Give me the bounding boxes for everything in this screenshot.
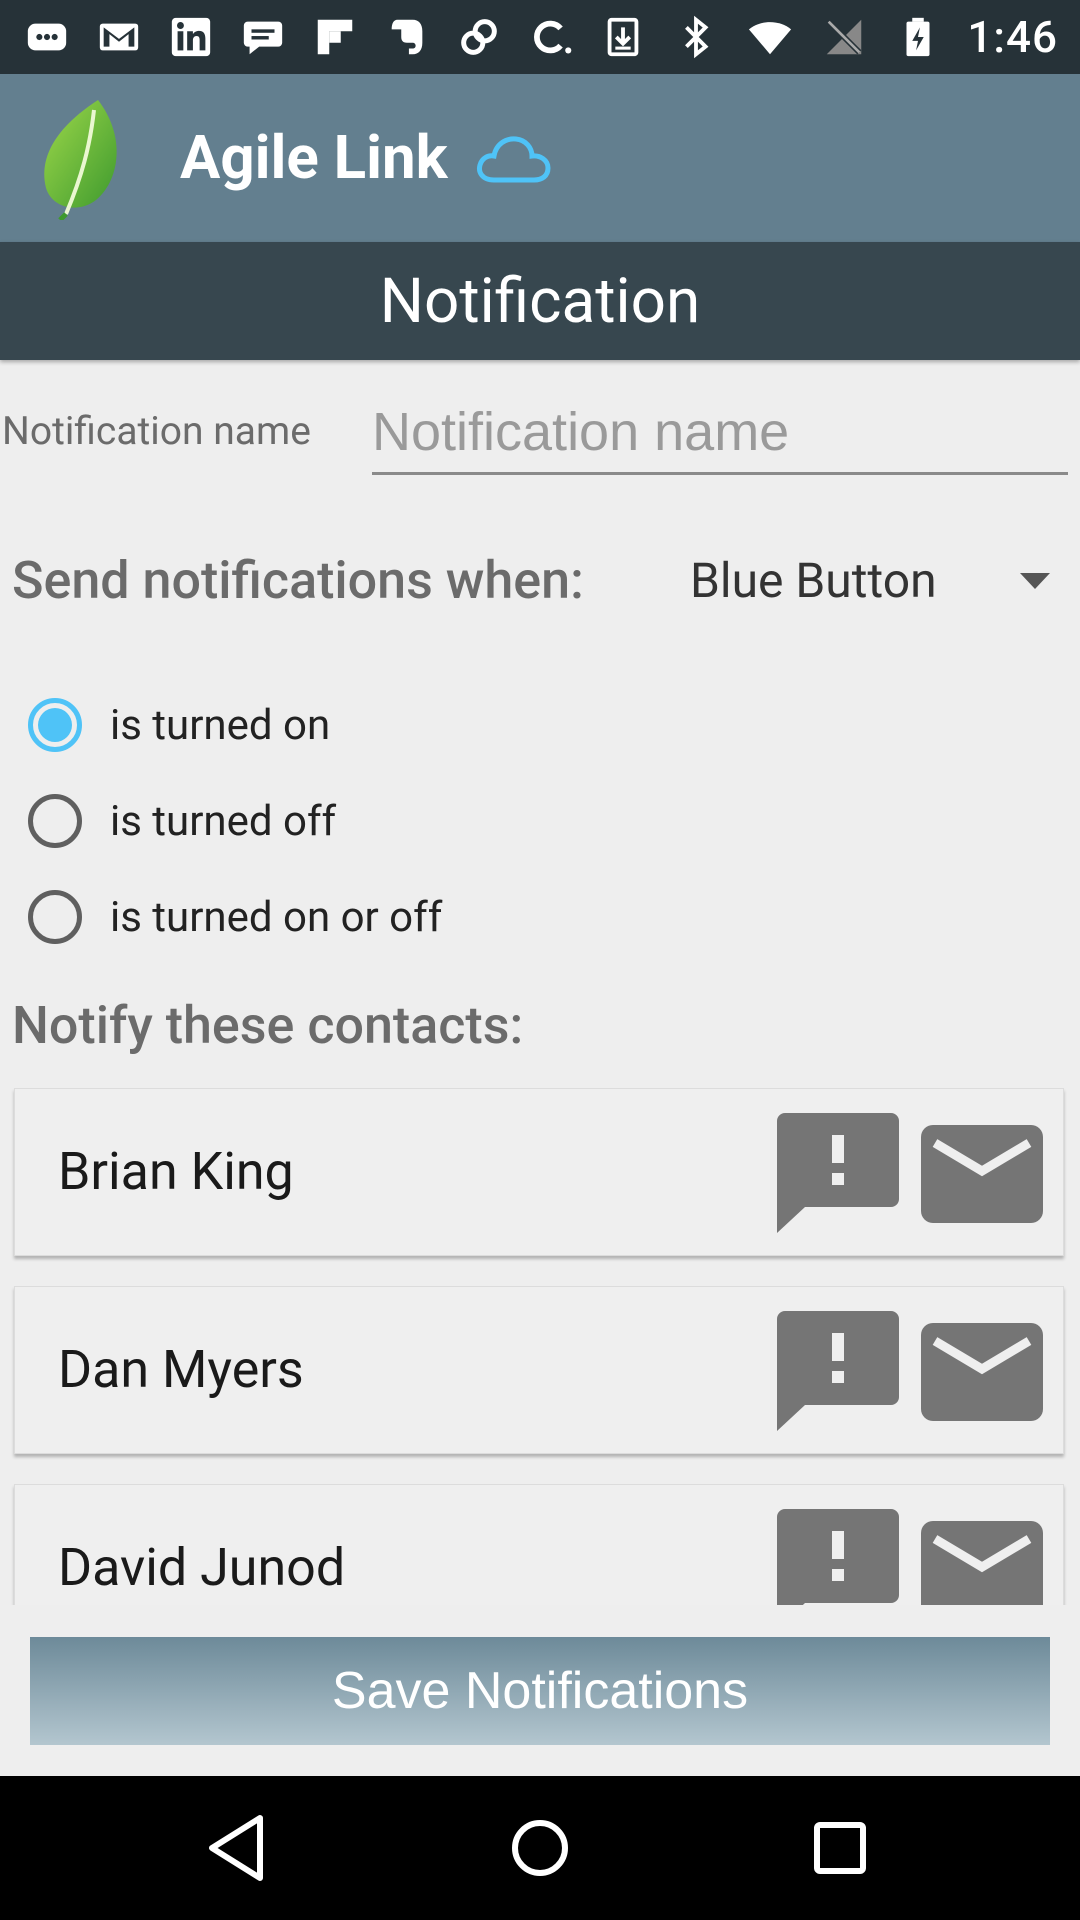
evernote-icon [382,12,432,62]
contact-name: Dan Myers [58,1339,304,1400]
contact-name: Brian King [58,1141,294,1202]
contacts-label: Notify these contacts: [12,995,524,1056]
radio-label: is turned on or off [110,892,443,942]
page-title-bar: Notification [0,242,1080,360]
cloud-icon[interactable] [474,132,554,186]
email-icon[interactable] [921,1125,1043,1223]
chat-bubble-icon [22,12,72,62]
page-title: Notification [379,264,701,338]
radio-turned-off[interactable]: is turned off [28,788,336,854]
leaf-logo-icon[interactable] [38,96,132,220]
notification-icons [22,12,648,62]
contact-name: David Junod [58,1537,346,1598]
app-title: Agile Link [180,122,448,193]
linkedin-icon [166,12,216,62]
save-notifications-button[interactable]: Save Notifications [30,1637,1050,1745]
download-icon [598,12,648,62]
wifi-icon [745,12,795,62]
email-icon[interactable] [921,1323,1043,1421]
device-dropdown[interactable]: Blue Button [690,545,1060,615]
device-dropdown-value: Blue Button [690,551,937,609]
radio-label: is turned off [110,796,337,846]
bluetooth-icon [671,12,721,62]
radio-button[interactable] [28,794,82,848]
contacts-list[interactable]: Brian King Dan Myers David Junod [0,1080,1080,1605]
notification-name-input[interactable] [372,392,1068,475]
system-icons: 1:46 [671,11,1058,63]
contact-card: Dan Myers [14,1286,1064,1454]
status-bar: 1:46 [0,0,1080,74]
dropdown-arrow-icon [1020,573,1050,589]
recents-icon[interactable] [800,1808,880,1888]
radio-label: is turned on [110,700,331,750]
send-when-label: Send notifications when: [12,550,584,611]
navigation-bar [0,1776,1080,1920]
contact-card: Brian King [14,1088,1064,1256]
clock: 1:46 [967,11,1058,63]
sms-alert-icon[interactable] [777,1113,899,1233]
radio-button[interactable] [28,890,82,944]
flipboard-icon [310,12,360,62]
battery-charging-icon [893,12,943,62]
back-icon[interactable] [200,1808,280,1888]
home-icon[interactable] [500,1808,580,1888]
sms-alert-icon[interactable] [777,1311,899,1431]
radio-button-checked[interactable] [28,698,82,752]
contact-card: David Junod [14,1484,1064,1605]
sms-alert-icon[interactable] [777,1509,899,1605]
radio-turned-on[interactable]: is turned on [28,692,330,758]
no-signal-icon [819,12,869,62]
email-icon[interactable] [921,1521,1043,1605]
gmail-icon [94,12,144,62]
radio-turned-on-or-off[interactable]: is turned on or off [28,884,442,950]
notification-name-label: Notification name [2,408,311,454]
app-bar: Agile Link [0,74,1080,242]
message-icon [238,12,288,62]
c-icon [526,12,576,62]
link-icon [454,12,504,62]
